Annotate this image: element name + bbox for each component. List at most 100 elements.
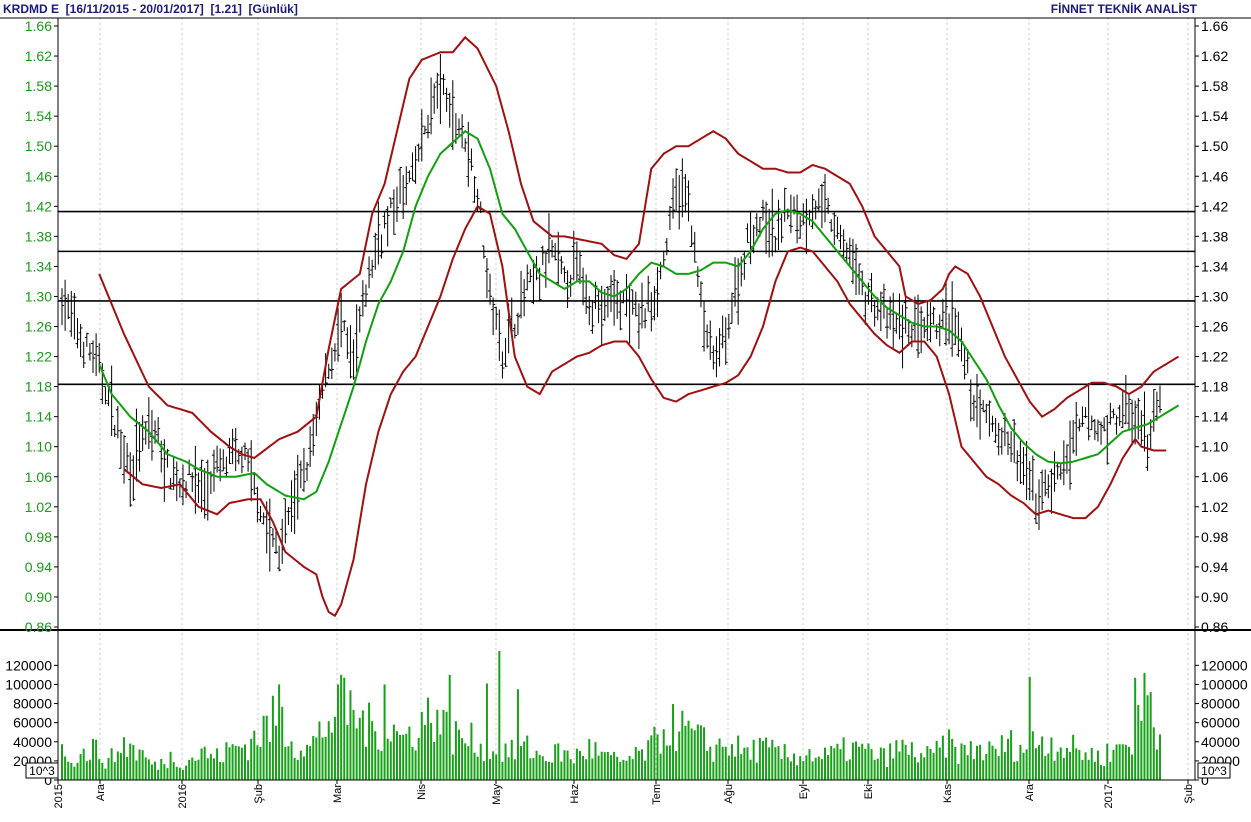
volume-bar [98, 759, 101, 780]
volume-bar [693, 730, 696, 780]
volume-bar [426, 697, 429, 780]
volume-bar [954, 746, 957, 780]
volume-bar [160, 758, 163, 780]
ohlc-bar [224, 456, 229, 477]
volume-bar [969, 741, 972, 780]
ohlc-bar [1120, 390, 1125, 429]
volume-bar [851, 742, 854, 780]
volume-bar [774, 747, 777, 780]
volume-bar [814, 757, 817, 780]
ohlc-bar [900, 304, 905, 369]
volume-bar [948, 729, 951, 780]
volume-bar [824, 747, 827, 780]
volume-bar [979, 744, 982, 780]
ohlc-bar [249, 440, 254, 502]
ohlc-bar [252, 473, 257, 495]
ohlc-bar [596, 289, 601, 324]
volume-bar [188, 759, 191, 780]
ohlc-bar [401, 175, 406, 220]
ohlc-bar [118, 429, 123, 469]
x-tick-label: Eki [863, 784, 875, 799]
volume-bar [1081, 759, 1084, 780]
volume-bar [516, 689, 519, 780]
volume-bar [216, 748, 219, 780]
x-tick-label: Şub [253, 784, 265, 804]
volume-bar [1022, 752, 1025, 780]
x-tick-label: Tem [651, 784, 663, 805]
volume-bar [439, 734, 442, 780]
ohlc-bar [332, 343, 337, 362]
volume-bar [259, 746, 262, 780]
volume-bar [1056, 751, 1059, 780]
ohlc-bar [500, 351, 505, 379]
ohlc-bar [627, 283, 632, 344]
ohlc-bar [624, 273, 629, 317]
volume-bar [364, 746, 367, 780]
volume-bar [616, 756, 619, 780]
ohlc-bar [227, 437, 232, 465]
volume-bar [228, 747, 231, 780]
volume-bar [250, 738, 253, 780]
price-tick-label-left: 1.54 [25, 108, 52, 124]
volume-bar [399, 734, 402, 780]
ohlc-bar [360, 280, 365, 317]
ohlc-bar [1033, 493, 1038, 525]
ohlc-bar [562, 266, 567, 283]
volume-bar [178, 767, 181, 780]
price-tick-label-right: 1.26 [1201, 319, 1228, 335]
volume-bar [641, 749, 644, 780]
ohlc-bar [776, 199, 781, 250]
volume-bar [535, 750, 538, 780]
price-tick-label-right: 1.06 [1201, 469, 1228, 485]
volume-bar [203, 746, 206, 780]
ohlc-bar [798, 215, 803, 239]
volume-bar [1007, 738, 1010, 780]
x-tick-label: Mar [332, 784, 344, 803]
ohlc-bar [1071, 420, 1076, 454]
ohlc-bar [177, 478, 182, 498]
ohlc-bar [1068, 420, 1073, 490]
volume-bar [563, 750, 566, 780]
volume-bar [144, 757, 147, 780]
price-tick-label-right: 1.02 [1201, 499, 1228, 515]
ohlc-bar [1117, 404, 1122, 426]
volume-bar [842, 737, 845, 780]
volume-bar [126, 757, 129, 780]
volume-bar [337, 684, 340, 780]
volume-bar [855, 741, 858, 780]
ohlc-bar [919, 306, 924, 354]
ohlc-bar [667, 205, 672, 231]
ohlc-bar [258, 505, 263, 523]
volume-bar [975, 745, 978, 780]
ohlc-bar [305, 462, 310, 481]
ohlc-bar [695, 266, 700, 288]
ohlc-bar [1099, 421, 1104, 445]
ohlc-bar [357, 306, 362, 333]
ohlc-bar [832, 212, 837, 245]
volume-bar [95, 739, 98, 780]
volume-bar [1069, 751, 1072, 780]
volume-bar [972, 759, 975, 780]
ohlc-bar [112, 424, 117, 438]
volume-bar [591, 758, 594, 780]
ohlc-bar [488, 273, 493, 305]
volume-series [61, 651, 1161, 780]
price-tick-label-left: 1.50 [25, 138, 52, 154]
ohlc-bar [429, 77, 434, 135]
volume-bar [839, 749, 842, 780]
ohlc-bar [342, 320, 347, 332]
ohlc-bar [1064, 444, 1069, 474]
ohlc-bar [394, 186, 399, 223]
ohlc-bar [419, 109, 424, 162]
ohlc-bar [823, 173, 828, 223]
volume-bar [796, 765, 799, 780]
volume-bar [464, 743, 467, 780]
price-tick-label-left: 1.62 [25, 48, 52, 64]
ohlc-bar [705, 324, 710, 349]
x-tick-label: 2016 [177, 784, 189, 808]
volume-bar [743, 747, 746, 780]
volume-bar [278, 684, 281, 780]
volume-bar [575, 748, 578, 780]
volume-bar [817, 756, 820, 780]
volume-bar [715, 744, 718, 780]
